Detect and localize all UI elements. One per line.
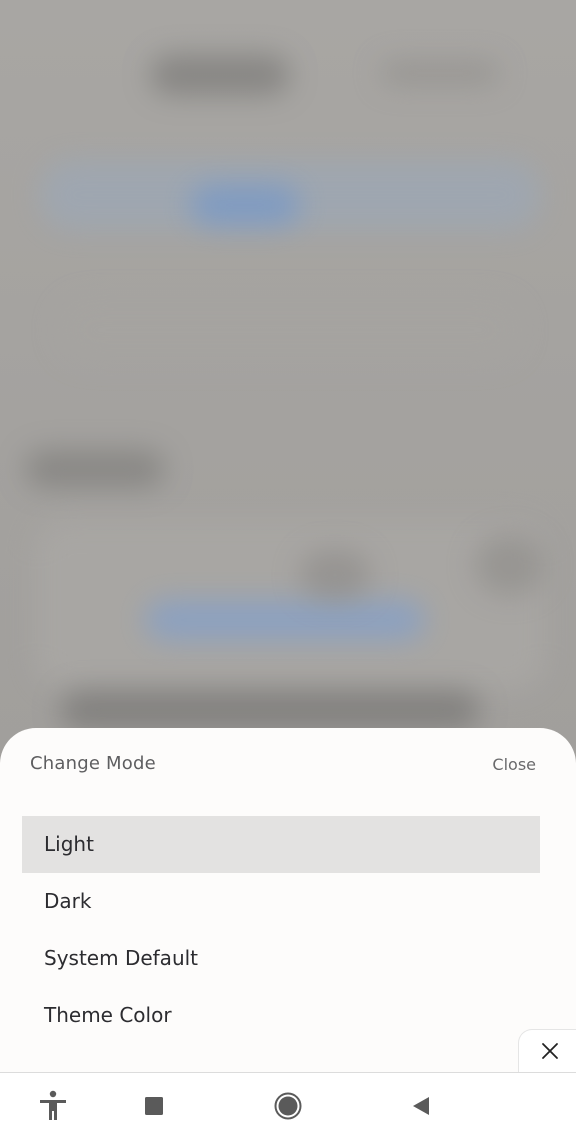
option-dark[interactable]: Dark [22, 873, 540, 930]
sheet-title: Change Mode [30, 753, 156, 774]
back-button[interactable] [404, 1089, 438, 1123]
blurred-shape [475, 535, 545, 595]
recents-button[interactable] [137, 1089, 171, 1123]
option-theme-color[interactable]: Theme Color [22, 987, 540, 1044]
back-icon [413, 1097, 429, 1115]
change-mode-sheet: Change Mode Close Light Dark System Defa… [0, 728, 576, 1072]
blurred-shape [145, 600, 425, 640]
blurred-shape [380, 60, 500, 86]
accessibility-button[interactable] [36, 1089, 70, 1123]
system-nav-bar [0, 1072, 576, 1141]
close-button[interactable]: Close [492, 755, 536, 774]
home-icon [274, 1092, 302, 1120]
blurred-shape [190, 185, 300, 225]
mode-options-list: Light Dark System Default Theme Color [22, 816, 540, 1044]
home-button[interactable] [271, 1089, 305, 1123]
close-icon [541, 1043, 558, 1059]
floating-close-button[interactable] [518, 1029, 576, 1073]
option-system-default[interactable]: System Default [22, 930, 540, 987]
option-light[interactable]: Light [22, 816, 540, 873]
blurred-shape [25, 450, 165, 488]
blurred-shape [150, 55, 290, 95]
sheet-header: Change Mode Close [0, 728, 576, 808]
blurred-shape [300, 550, 370, 600]
blurred-shape [60, 300, 520, 360]
blurred-shape [60, 690, 480, 730]
accessibility-icon [40, 1090, 66, 1120]
recents-icon [145, 1097, 163, 1115]
